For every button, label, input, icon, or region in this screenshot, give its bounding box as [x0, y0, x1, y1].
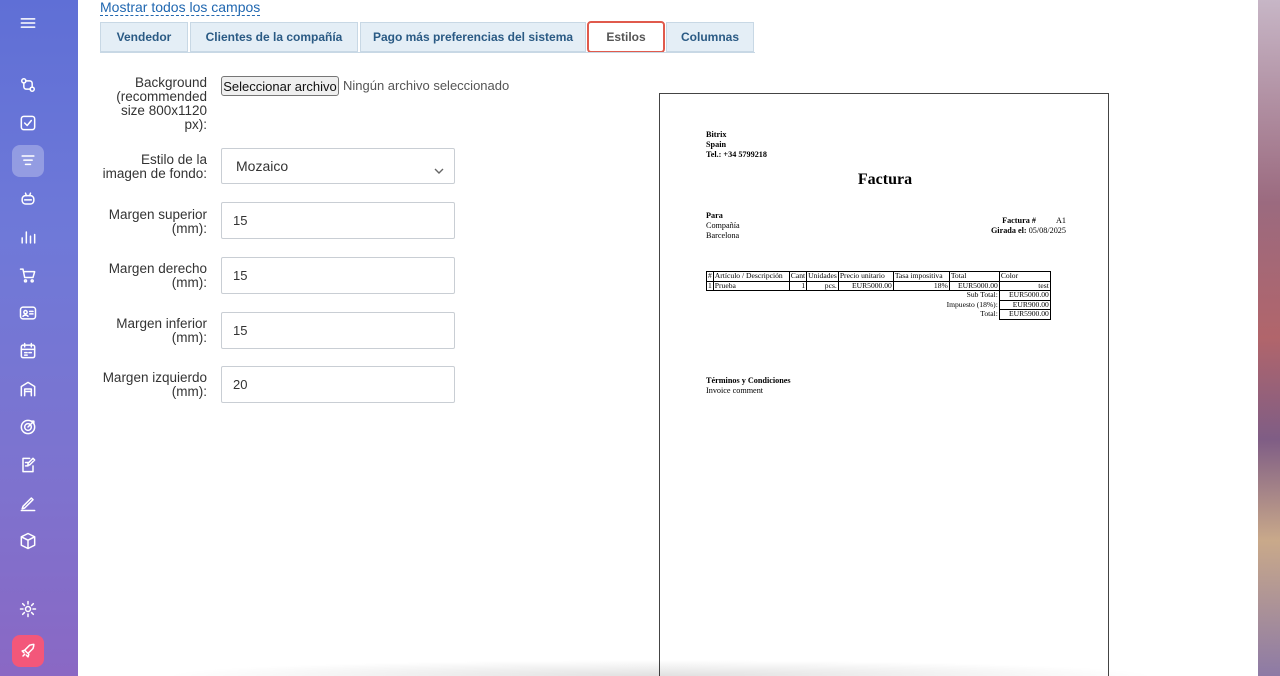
invoice-to-label: Para — [706, 211, 723, 220]
invoice-title: Factura — [857, 171, 913, 188]
margin-bottom-input[interactable] — [221, 312, 455, 349]
invoice-country: Spain — [706, 140, 727, 149]
bg-style-select[interactable]: Mozaico — [221, 148, 455, 184]
show-all-fields-link[interactable]: Mostrar todos los campos — [100, 0, 261, 16]
margin-right-input[interactable] — [221, 257, 455, 294]
document-edit-icon[interactable] — [12, 449, 44, 481]
invoice-date-line: Girada el: 05/08/2025 — [991, 226, 1066, 236]
margin-bottom-label: Margen inferior (mm): — [116, 316, 207, 345]
bottom-shadow — [160, 660, 1160, 676]
tab-pago-preferencias[interactable]: Pago más preferencias del sistema — [360, 22, 586, 52]
invoice-items-table: # Artículo / Descripción Cant Unidades P… — [706, 271, 1051, 320]
package-icon[interactable] — [12, 525, 44, 557]
settings-icon[interactable] — [12, 593, 44, 625]
total-label: Total: — [980, 309, 998, 319]
total-value: EUR5900.00 — [998, 309, 1051, 320]
background-label: Background (recommended size 800x1120 px… — [116, 75, 207, 132]
left-sidebar — [0, 0, 78, 676]
total-row: Total: EUR5900.00 — [707, 309, 1051, 320]
table-cell: EUR5000.00 — [837, 280, 894, 292]
invoice-phone: Tel.: +34 5799218 — [706, 150, 767, 159]
tasks-icon[interactable] — [12, 107, 44, 139]
choose-file-button[interactable]: Seleccionar archivo — [221, 76, 339, 96]
background-wallpaper-strip — [1258, 0, 1280, 676]
chevron-down-icon — [434, 162, 444, 178]
invoice-company: Bitrix — [706, 130, 727, 139]
invoice-to-city: Barcelona — [706, 231, 740, 240]
tab-clientes[interactable]: Clientes de la compañía — [190, 22, 358, 52]
invoice-number: A1 — [1055, 216, 1066, 225]
tab-columnas[interactable]: Columnas — [666, 22, 754, 52]
col-header: Total — [948, 271, 1000, 282]
invoice-preview: Bitrix Spain Tel.: +34 5799218 Factura P… — [659, 93, 1109, 676]
contact-card-icon[interactable] — [12, 297, 44, 329]
tax-label: Impuesto (18%): — [946, 299, 998, 309]
invoice-number-line: Factura # A1 — [1002, 216, 1066, 226]
crm-icon[interactable] — [12, 145, 44, 177]
subtotal-label: Sub Total: — [966, 290, 998, 300]
automation-icon[interactable] — [12, 69, 44, 101]
col-header: Cant — [788, 271, 808, 282]
tabs-underline — [100, 52, 755, 53]
invoice-issued-label: Girada el: — [990, 226, 1027, 235]
calendar-icon[interactable] — [12, 335, 44, 367]
tab-estilos[interactable]: Estilos — [588, 22, 664, 52]
file-status-text: Ningún archivo seleccionado — [343, 78, 510, 93]
terms-title: Términos y Condiciones — [706, 376, 791, 385]
table-header-row: # Artículo / Descripción Cant Unidades P… — [706, 271, 1051, 282]
col-header: Tasa impositiva — [892, 271, 950, 282]
table-cell: pcs. — [806, 280, 839, 292]
menu-icon[interactable] — [12, 7, 44, 39]
tax-row: Impuesto (18%): EUR900.00 — [707, 299, 1051, 311]
warehouse-icon[interactable] — [12, 373, 44, 405]
margin-top-input[interactable] — [221, 202, 455, 239]
sign-icon[interactable] — [12, 487, 44, 519]
subtotal-row: Sub Total: EUR5000.00 — [707, 290, 1051, 301]
margin-top-label: Margen superior (mm): — [108, 207, 207, 236]
margin-left-input[interactable] — [221, 366, 455, 403]
bg-style-value: Mozaico — [236, 158, 289, 174]
invoice-number-label: Factura # — [1002, 216, 1036, 225]
shop-icon[interactable] — [12, 259, 44, 291]
margin-right-label: Margen derecho (mm): — [108, 261, 207, 290]
table-row: 1 Prueba 1 pcs. EUR5000.00 18% EUR5000.0… — [706, 280, 1051, 292]
col-header: Color — [998, 271, 1051, 282]
rocket-icon[interactable] — [12, 635, 44, 667]
col-header: # — [706, 271, 714, 282]
table-cell: 18% — [892, 280, 950, 292]
table-cell: 1 — [706, 280, 714, 292]
bg-style-label: Estilo de la imagen de fondo: — [102, 152, 207, 181]
terms-text: Invoice comment — [706, 386, 764, 395]
analytics-icon[interactable] — [12, 221, 44, 253]
invoice-to-company: Compañía — [706, 221, 740, 230]
robot-icon[interactable] — [12, 183, 44, 215]
invoice-issued-date: 05/08/2025 — [1028, 226, 1066, 235]
col-header: Unidades — [806, 271, 839, 282]
table-cell: 1 — [788, 280, 808, 292]
tab-vendedor[interactable]: Vendedor — [100, 22, 188, 52]
col-header: Precio unitario — [837, 271, 894, 282]
table-cell: Prueba — [712, 280, 790, 292]
table-cell: EUR5000.00 — [948, 280, 1000, 292]
target-icon[interactable] — [12, 411, 44, 443]
col-header: Artículo / Descripción — [712, 271, 790, 282]
margin-left-label: Margen izquierdo (mm): — [102, 370, 207, 399]
subtotal-value: EUR5000.00 — [998, 290, 1051, 301]
